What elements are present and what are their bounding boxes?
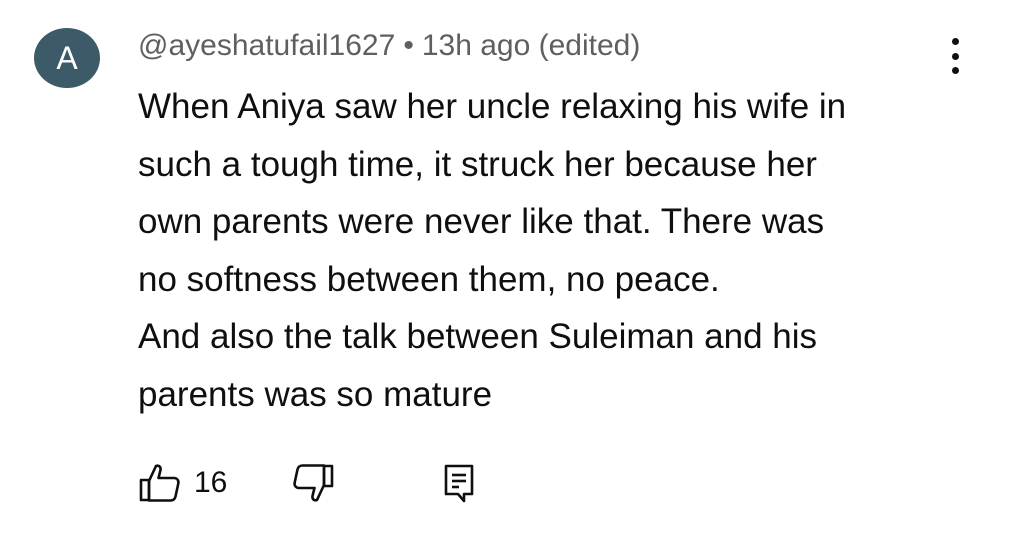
comment-text-line: And also the talk between Suleiman and h… [138, 317, 818, 356]
comment-text-line: parents was so mature [138, 374, 493, 414]
comment-text: When Aniya saw her uncle relaxing his wi… [138, 78, 938, 423]
author-handle[interactable]: @ayeshatufail1627 [138, 29, 395, 62]
reply-button[interactable] [437, 461, 481, 505]
like-button[interactable] [138, 461, 182, 505]
more-vert-icon[interactable] [940, 38, 970, 74]
avatar-letter: A [56, 40, 78, 76]
comment-text-line: own parents were never like that. There … [138, 202, 825, 241]
comment-header: @ayeshatufail1627 • 13h ago (edited) [138, 24, 640, 68]
like-count: 16 [194, 466, 228, 499]
dislike-button[interactable] [291, 461, 335, 505]
menu-dot [951, 38, 959, 45]
thumbs-up-icon [139, 464, 180, 502]
comment-text-line: such a tough time, it struck her because… [138, 144, 817, 184]
comment: A @ayeshatufail1627 • 13h ago (edited) Whe… [0, 0, 1024, 542]
comment-text-line: When Aniya saw her uncle relaxing his wi… [138, 87, 847, 126]
comment-text-line: no softness between them, no peace. [138, 259, 720, 299]
reply-comment-icon [445, 464, 474, 503]
menu-dot [951, 67, 959, 74]
timestamp[interactable]: 13h ago (edited) [422, 29, 641, 62]
comment-actions: 16 [138, 458, 481, 508]
thumbs-down-icon [293, 464, 334, 502]
meta-separator: • [403, 29, 414, 62]
menu-dot [951, 52, 959, 60]
avatar[interactable]: A [34, 28, 100, 88]
